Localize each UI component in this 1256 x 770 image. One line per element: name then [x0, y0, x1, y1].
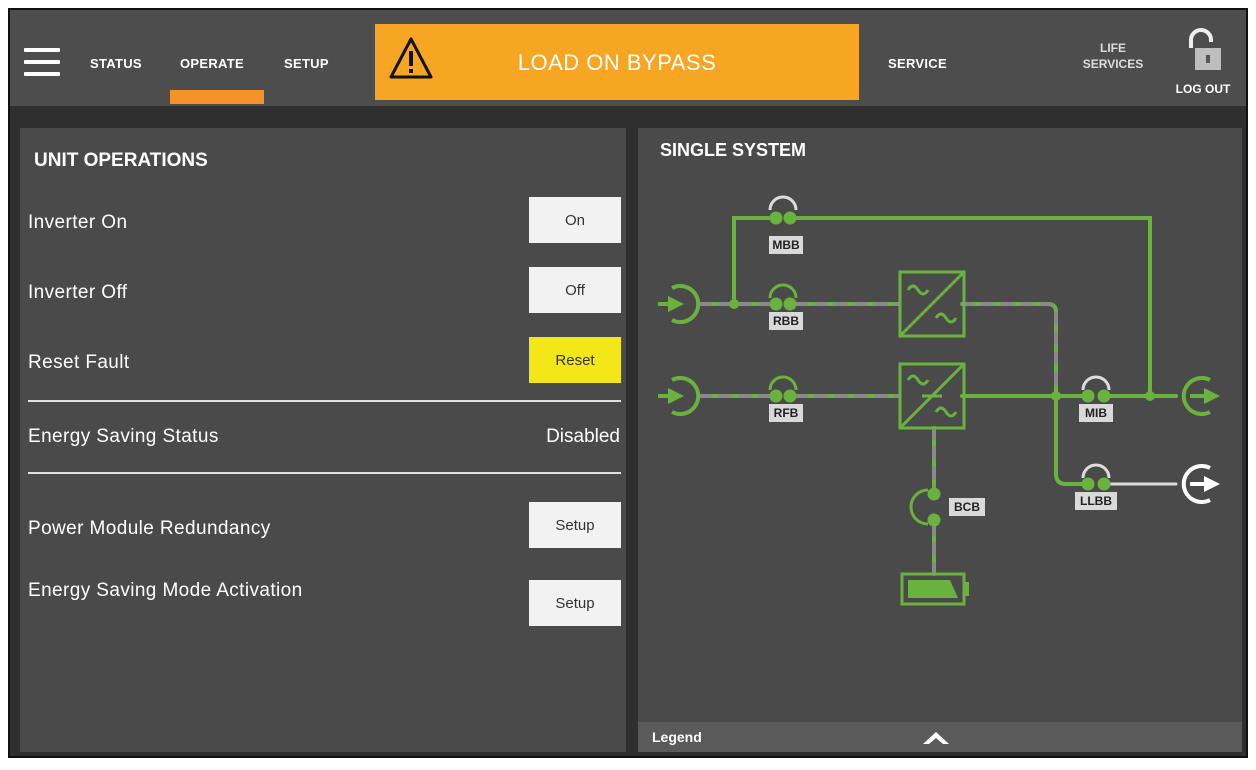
- rectifier-inverter-icon: [898, 362, 966, 430]
- lock-icon: [1189, 28, 1221, 70]
- breaker-rbb: [768, 283, 798, 311]
- bypass-input-line: [698, 302, 1058, 398]
- top-bar: STATUS OPERATE SETUP LOAD ON BYPASS SERV…: [10, 10, 1246, 106]
- life-services-line2: SERVICES: [1082, 57, 1144, 71]
- logout-button[interactable]: LOG OUT: [1170, 24, 1236, 104]
- nav-operate[interactable]: OPERATE: [180, 56, 244, 71]
- nav-service[interactable]: SERVICE: [888, 56, 947, 71]
- energy-saving-status-value: Disabled: [546, 426, 620, 447]
- inverter-off-label: Inverter Off: [28, 282, 128, 303]
- breaker-mib: [1081, 375, 1111, 403]
- legend-label: Legend: [652, 729, 702, 745]
- breaker-llbb: [1081, 463, 1111, 491]
- rectifier-input-icon: [658, 376, 701, 416]
- breaker-label-rfb: RFB: [774, 406, 799, 420]
- nav-status[interactable]: STATUS: [90, 56, 142, 71]
- reset-fault-button[interactable]: Reset: [529, 337, 621, 383]
- breaker-label-mbb: MBB: [772, 238, 800, 252]
- breaker-label-llbb: LLBB: [1080, 494, 1112, 508]
- power-module-redundancy-label: Power Module Redundancy: [28, 518, 271, 539]
- unit-operations-panel: UNIT OPERATIONS Inverter On On Inverter …: [20, 128, 626, 752]
- active-tab-indicator: [170, 90, 264, 104]
- divider: [28, 400, 621, 402]
- breaker-label-rbb: RBB: [773, 314, 799, 328]
- energy-saving-mode-label: Energy Saving Mode Activation: [28, 580, 303, 601]
- chevron-up-icon[interactable]: [921, 730, 951, 746]
- reset-fault-label: Reset Fault: [28, 352, 130, 373]
- inverter-off-button[interactable]: Off: [529, 267, 621, 313]
- inverter-on-button[interactable]: On: [529, 197, 621, 243]
- alarm-text: LOAD ON BYPASS: [517, 50, 717, 75]
- breaker-bcb: [909, 487, 941, 527]
- bypass-input-icon: [658, 284, 701, 324]
- power-module-redundancy-setup-button[interactable]: Setup: [529, 502, 621, 548]
- breaker-label-mib: MIB: [1085, 406, 1107, 420]
- life-services-line1: LIFE: [1100, 41, 1126, 55]
- output-icon: [1181, 376, 1220, 416]
- legend-bar[interactable]: Legend: [638, 722, 1242, 752]
- load-bus-output-icon: [1181, 464, 1220, 504]
- inverter-on-label: Inverter On: [28, 212, 128, 233]
- breaker-rfb: [768, 375, 798, 403]
- unit-operations-title: UNIT OPERATIONS: [34, 150, 208, 171]
- ups-screen: STATUS OPERATE SETUP LOAD ON BYPASS SERV…: [8, 8, 1248, 758]
- divider: [28, 472, 621, 474]
- logout-label: LOG OUT: [1175, 82, 1231, 96]
- breaker-mbb: [768, 195, 798, 225]
- energy-saving-mode-setup-button[interactable]: Setup: [529, 580, 621, 626]
- one-line-diagram: MBB RBB RFB MIB LLBB BCB: [658, 195, 1220, 606]
- alarm-banner[interactable]: LOAD ON BYPASS: [375, 24, 859, 100]
- energy-saving-status-label: Energy Saving Status: [28, 426, 219, 447]
- static-switch-icon: [898, 270, 966, 338]
- single-system-panel: SINGLE SYSTEM MBB RBB RFB MIB LLBB BCB L…: [638, 128, 1242, 752]
- nav-life-services[interactable]: LIFE SERVICES: [1068, 40, 1158, 72]
- menu-icon[interactable]: [24, 48, 60, 76]
- nav-setup[interactable]: SETUP: [284, 56, 329, 71]
- battery-icon: [900, 572, 969, 606]
- breaker-label-bcb: BCB: [954, 500, 980, 514]
